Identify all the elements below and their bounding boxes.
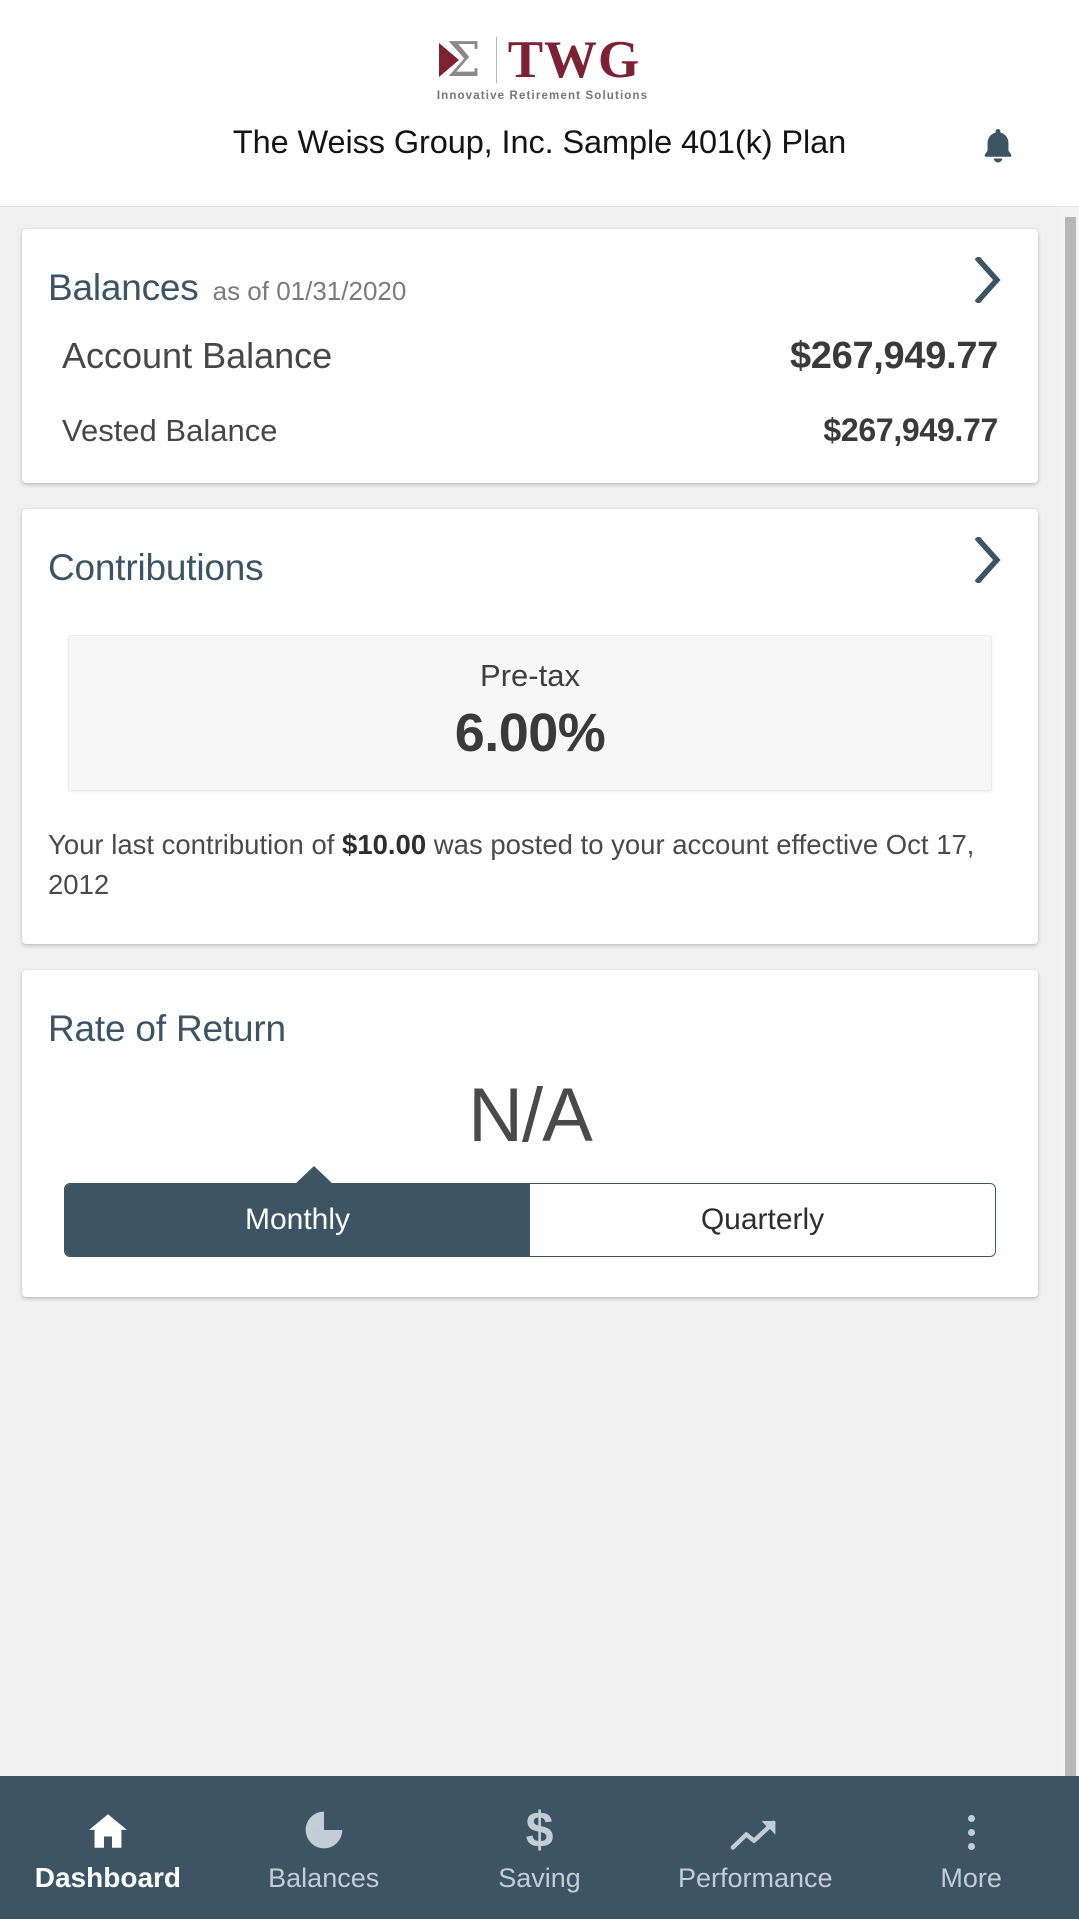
nav-label-saving: Saving [498, 1862, 581, 1893]
notifications-button[interactable] [969, 120, 1027, 178]
contributions-body: Pre-tax 6.00% Your last contribution of … [48, 589, 1012, 944]
nav-label-dashboard: Dashboard [34, 1862, 182, 1893]
page-title: The Weiss Group, Inc. Sample 401(k) Plan [232, 124, 847, 160]
balances-as-of-date: as of 01/31/2020 [212, 275, 407, 306]
header-title-row: The Weiss Group, Inc. Sample 401(k) Plan [0, 124, 1079, 162]
dollar-icon: $ [525, 1801, 554, 1858]
nav-label-balances: Balances [268, 1862, 380, 1893]
vested-balance-label: Vested Balance [62, 413, 278, 448]
brand-logo: Σ TWG Innovative Retirement Solutions [0, 0, 1079, 102]
nav-item-performance[interactable]: Performance [647, 1802, 863, 1894]
bottom-navigation-bar: Dashboard Balances $ Saving Performance [0, 1776, 1079, 1919]
rate-of-return-card: Rate of Return N/A Monthly Quarterly [22, 969, 1038, 1298]
toggle-selected-notch-icon [293, 1166, 335, 1187]
vested-balance-value: $267,949.77 [823, 412, 998, 448]
account-balance-label: Account Balance [62, 335, 333, 376]
pretax-rate-box: Pre-tax 6.00% [68, 635, 992, 791]
balances-chevron-right-icon[interactable] [966, 255, 1010, 305]
logo-divider [495, 37, 497, 83]
brand-name: TWG [507, 31, 641, 89]
contributions-card[interactable]: Contributions Pre-tax 6.00% Your last co… [22, 509, 1038, 944]
pretax-percent-value: 6.00% [454, 703, 606, 763]
account-balance-value: $267,949.77 [789, 335, 998, 377]
dashboard-scroll-area[interactable]: Balances as of 01/31/2020 Account Balanc… [0, 207, 1079, 1848]
trending-up-icon [730, 1808, 780, 1852]
sigma-icon: Σ [438, 33, 487, 87]
nav-label-more: More [940, 1862, 1002, 1893]
home-icon [86, 1807, 130, 1851]
vertical-scrollbar[interactable] [1062, 207, 1079, 1848]
nav-item-saving[interactable]: $ Saving [432, 1802, 648, 1894]
balances-card-title: Balances [48, 267, 199, 308]
last-contribution-note: Your last contribution of $10.00 was pos… [48, 825, 1012, 906]
toggle-option-monthly[interactable]: Monthly [65, 1184, 530, 1257]
rate-of-return-card-header: Rate of Return [48, 970, 1012, 1050]
nav-item-more[interactable]: More [863, 1802, 1079, 1894]
nav-item-dashboard[interactable]: Dashboard [0, 1801, 216, 1894]
contributions-card-title: Contributions [48, 547, 264, 588]
rate-of-return-body: N/A Monthly Quarterly [48, 1050, 1012, 1298]
nav-label-performance: Performance [678, 1862, 833, 1893]
balances-card-header: Balances as of 01/31/2020 [48, 229, 1012, 309]
contributions-chevron-right-icon[interactable] [966, 535, 1010, 585]
balances-card[interactable]: Balances as of 01/31/2020 Account Balanc… [22, 229, 1038, 483]
table-row: Account Balance $267,949.77 [62, 335, 998, 378]
bell-icon [976, 123, 1020, 176]
balances-rows: Account Balance $267,949.77 Vested Balan… [48, 309, 1012, 483]
more-vertical-icon [967, 1808, 975, 1852]
rate-of-return-value: N/A [468, 1072, 593, 1158]
table-row: Vested Balance $267,949.77 [62, 412, 998, 449]
note-prefix: Your last contribution of [48, 829, 343, 860]
app-header: Σ TWG Innovative Retirement Solutions Th… [0, 0, 1079, 207]
rate-of-return-card-title: Rate of Return [48, 1007, 286, 1049]
pretax-label: Pre-tax [480, 658, 580, 693]
note-amount: $10.00 [342, 829, 427, 860]
scrollbar-thumb[interactable] [1065, 217, 1076, 1837]
pie-chart-icon [302, 1808, 346, 1852]
contributions-card-header: Contributions [48, 509, 1012, 589]
brand-tagline: Innovative Retirement Solutions [436, 90, 649, 102]
period-toggle[interactable]: Monthly Quarterly [64, 1183, 996, 1258]
period-toggle-wrap: Monthly Quarterly [48, 1166, 1012, 1258]
toggle-option-quarterly[interactable]: Quarterly [530, 1184, 995, 1257]
nav-item-balances[interactable]: Balances [216, 1802, 432, 1894]
